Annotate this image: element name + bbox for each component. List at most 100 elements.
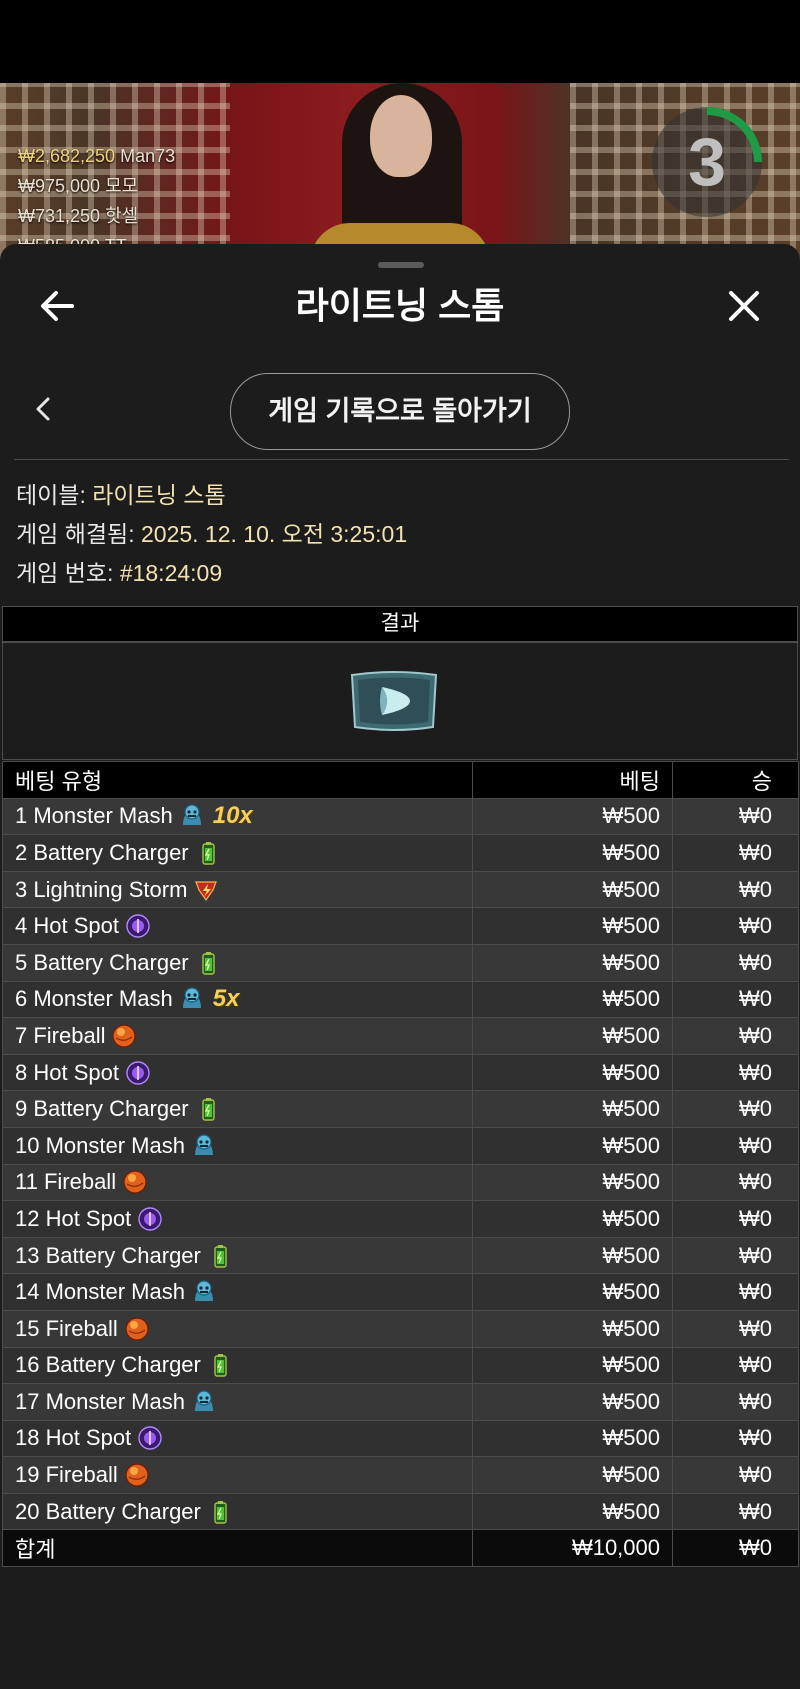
bet-type-label: 6 Monster Mash [15,986,173,1012]
win-amount-cell: ₩0 [672,1053,799,1092]
sheet-grabber[interactable] [378,262,424,268]
bet-amount-cell: ₩500 [472,1419,673,1458]
table-row: 4 Hot Spot ₩500 ₩0 [2,907,799,945]
win-amount-cell: ₩0 [672,834,799,872]
monster-icon [191,1389,217,1415]
bet-type-cell: 12 Hot Spot [2,1200,473,1238]
col-bet-type: 베팅 유형 [2,761,473,799]
bet-type-cell: 5 Battery Charger [2,943,473,982]
table-row: 2 Battery Charger ₩500 ₩0 [2,834,799,872]
win-amount-cell: ₩0 [672,1236,799,1275]
bet-amount-cell: ₩500 [472,1273,673,1311]
timer-count: 3 [688,124,726,200]
win-amount-cell: ₩0 [672,1492,799,1531]
fireball-icon [122,1169,148,1195]
bet-type-label: 12 Hot Spot [15,1205,132,1231]
table-header-row: 베팅 유형 베팅 승 [2,761,799,799]
player-entry: ₩731,250 핫셀 [18,206,139,226]
table-row: 18 Hot Spot ₩500 ₩0 [2,1419,799,1458]
bet-type-cell: 17 Monster Mash [2,1383,473,1421]
bet-amount-cell: ₩500 [472,1163,673,1202]
bet-type-label: 7 Fireball [15,1022,106,1048]
bet-type-cell: 6 Monster Mash 5x [2,980,473,1019]
hotspot-icon [137,1425,163,1451]
bet-amount-cell: ₩500 [472,1346,673,1385]
table-row: 17 Monster Mash ₩500 ₩0 [2,1383,799,1421]
result-panel [2,642,798,760]
bet-type-label: 2 Battery Charger [15,839,189,865]
win-amount-cell: ₩0 [672,1456,799,1494]
battery-icon [195,950,221,976]
table-row: 3 Lightning Storm ₩500 ₩0 [2,870,799,909]
back-to-history-button[interactable]: 게임 기록으로 돌아가기 [230,373,570,450]
win-amount-cell: ₩0 [672,943,799,982]
monster-icon [191,1133,217,1159]
bet-type-cell: 18 Hot Spot [2,1419,473,1458]
win-amount-cell: ₩0 [672,1090,799,1128]
bet-type-label: 14 Monster Mash [15,1279,185,1305]
chevron-left-icon[interactable] [30,394,56,424]
bet-type-label: 15 Fireball [15,1315,118,1341]
bet-type-label: 11 Fireball [15,1169,117,1195]
bet-type-label: 16 Battery Charger [15,1352,201,1378]
bet-type-cell: 20 Battery Charger [2,1492,473,1531]
battery-icon [207,1499,233,1525]
battery-icon [195,840,221,866]
history-sheet: 라이트닝 스톰 게임 기록으로 돌아가기 테이블: 라이트닝 스톰 게임 해결됨… [0,244,800,1689]
monster-icon [179,803,205,829]
win-amount-cell: ₩0 [672,1126,799,1165]
table-row: 9 Battery Charger ₩500 ₩0 [2,1090,799,1128]
bet-type-label: 4 Hot Spot [15,913,119,939]
game-info: 테이블: 라이트닝 스톰 게임 해결됨: 2025. 12. 10. 오전 3:… [16,476,407,593]
total-win: ₩0 [672,1529,799,1568]
table-row: 16 Battery Charger ₩500 ₩0 [2,1346,799,1385]
table-row: 13 Battery Charger ₩500 ₩0 [2,1236,799,1275]
table-row: 1 Monster Mash 10x ₩500 ₩0 [2,797,799,836]
fireball-icon [124,1316,150,1342]
result-header: 결과 [2,606,798,642]
bet-amount-cell: ₩500 [472,1492,673,1531]
battery-icon [207,1243,233,1269]
bet-type-label: 10 Monster Mash [15,1132,185,1158]
win-amount-cell: ₩0 [672,907,799,945]
close-icon[interactable] [722,284,766,328]
col-win: 승 [672,761,799,799]
bet-type-label: 13 Battery Charger [15,1242,201,1268]
player-entry: ₩2,682,250 Man73 [18,146,176,166]
total-label: 합계 [2,1529,473,1568]
result-card-icon [350,671,438,731]
bet-amount-cell: ₩500 [472,1200,673,1238]
win-amount-cell: ₩0 [672,1346,799,1385]
win-amount-cell: ₩0 [672,797,799,836]
monster-icon [191,1279,217,1305]
sheet-title: 라이트닝 스톰 [295,285,505,326]
bets-table: 베팅 유형 베팅 승 1 Monster Mash 10x ₩500 ₩0 2 Batt… [2,761,799,1568]
dealer-image [300,83,500,263]
win-amount-cell: ₩0 [672,980,799,1019]
bet-type-label: 1 Monster Mash [15,803,173,829]
table-row: 5 Battery Charger ₩500 ₩0 [2,943,799,982]
bet-amount-cell: ₩500 [472,1383,673,1421]
bet-type-label: 19 Fireball [15,1462,118,1488]
table-row: 19 Fireball ₩500 ₩0 [2,1456,799,1494]
table-row: 14 Monster Mash ₩500 ₩0 [2,1273,799,1311]
multiplier-badge: 5x [212,985,240,1013]
table-row: 10 Monster Mash ₩500 ₩0 [2,1126,799,1165]
win-amount-cell: ₩0 [672,1200,799,1238]
bet-type-label: 3 Lightning Storm [15,876,188,902]
bet-amount-cell: ₩500 [472,1126,673,1165]
bet-type-cell: 3 Lightning Storm [2,870,473,909]
table-row: 15 Fireball ₩500 ₩0 [2,1309,799,1348]
bet-type-cell: 4 Hot Spot [2,907,473,945]
bet-amount-cell: ₩500 [472,1017,673,1055]
bet-amount-cell: ₩500 [472,1309,673,1348]
bet-amount-cell: ₩500 [472,1236,673,1275]
bet-type-label: 8 Hot Spot [15,1059,119,1085]
bet-type-cell: 2 Battery Charger [2,834,473,872]
divider [14,459,789,460]
win-amount-cell: ₩0 [672,1163,799,1202]
fireball-icon [124,1462,150,1488]
bet-type-label: 18 Hot Spot [15,1425,132,1451]
arrow-left-icon[interactable] [36,284,80,328]
table-row: 12 Hot Spot ₩500 ₩0 [2,1200,799,1238]
